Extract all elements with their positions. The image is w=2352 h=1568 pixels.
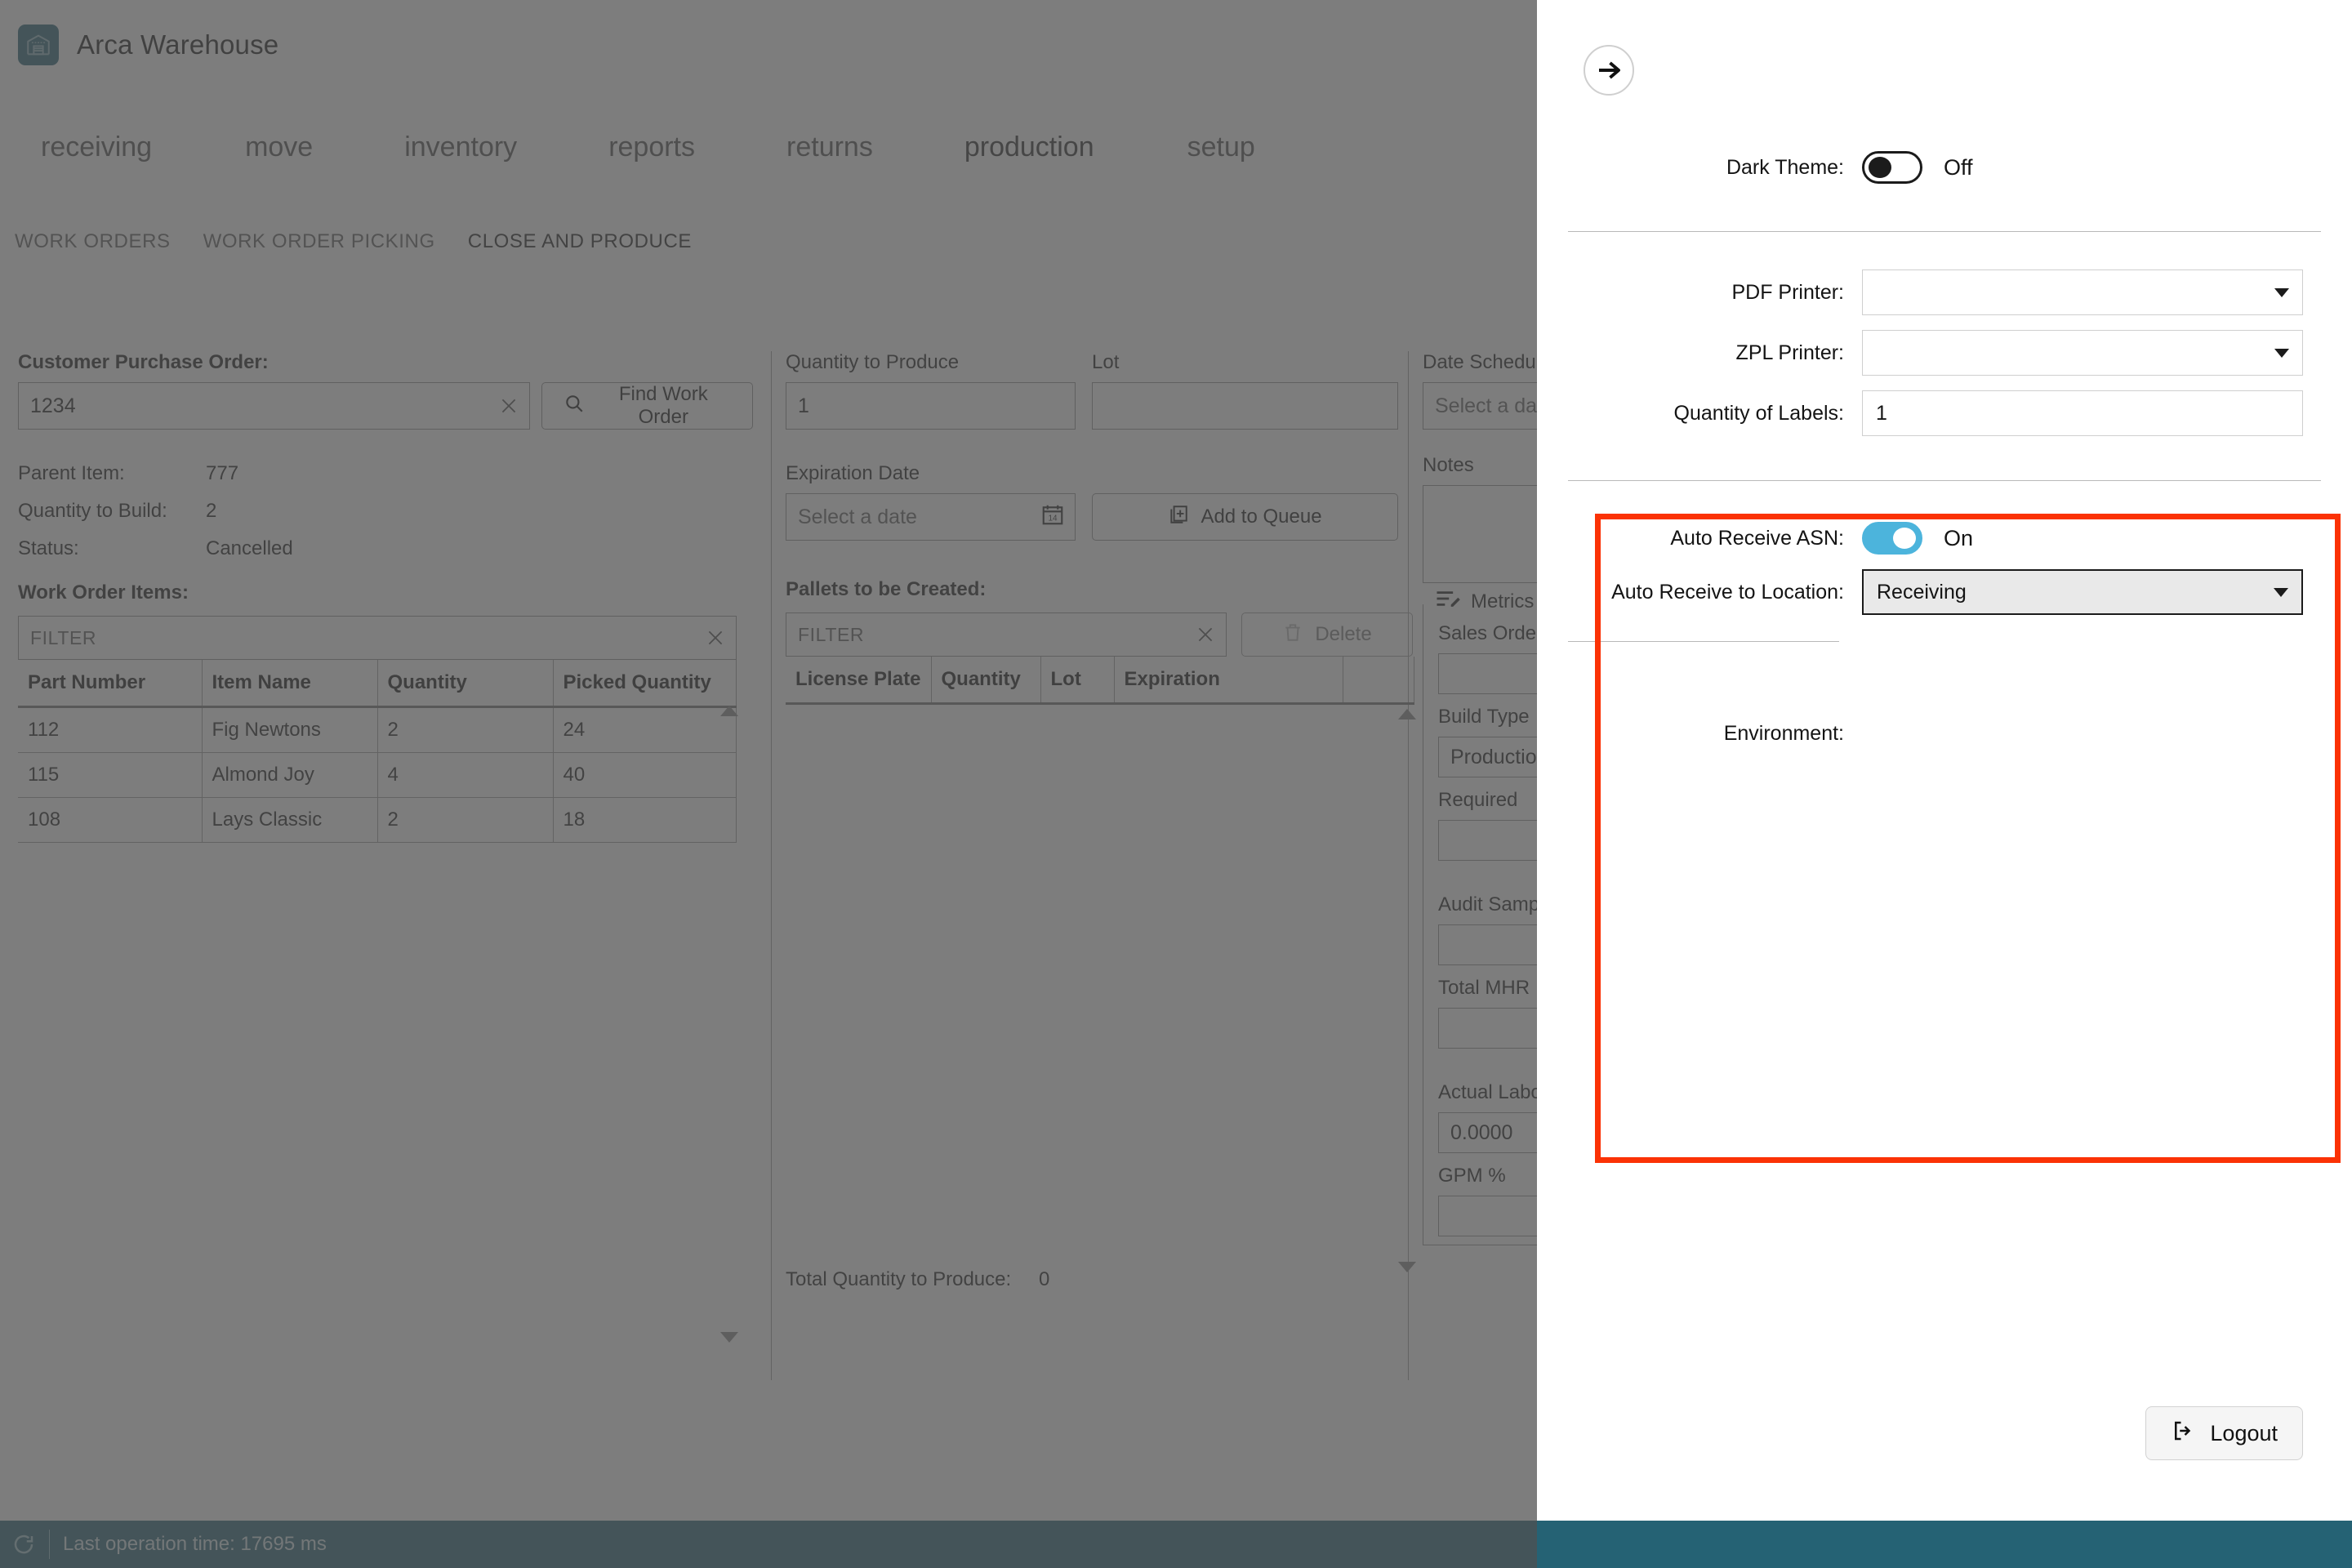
auto-receive-location-row: Auto Receive to Location: Receiving [1537, 569, 2352, 615]
auto-receive-location-label: Auto Receive to Location: [1611, 580, 1844, 604]
logout-button[interactable]: Logout [2145, 1406, 2303, 1460]
auto-receive-asn-row: Auto Receive ASN: On [1537, 522, 2352, 555]
zpl-printer-select[interactable] [1862, 330, 2303, 376]
toggle-knob [1869, 157, 1891, 178]
logout-icon [2171, 1419, 2195, 1449]
auto-receive-asn-toggle[interactable] [1862, 522, 1922, 555]
pdf-printer-select[interactable] [1862, 270, 2303, 315]
quantity-of-labels-label: Quantity of Labels: [1673, 401, 1844, 425]
quantity-of-labels-value: 1 [1876, 401, 1887, 425]
environment-row: Environment: [1537, 722, 2352, 746]
settings-drawer: Dark Theme: Off PDF Printer: ZPL Printer… [1537, 0, 2352, 1503]
zpl-printer-row: ZPL Printer: [1537, 330, 2352, 376]
drawer-divider [1568, 480, 2321, 481]
auto-receive-asn-state: On [1944, 525, 1974, 550]
dark-theme-row: Dark Theme: Off [1537, 151, 2352, 184]
toggle-knob [1893, 528, 1916, 549]
pdf-printer-row: PDF Printer: [1537, 270, 2352, 315]
drawer-divider [1568, 231, 2321, 232]
logout-label: Logout [2210, 1420, 2278, 1446]
auto-receive-asn-label: Auto Receive ASN: [1670, 526, 1844, 550]
drawer-divider [1568, 641, 1839, 642]
auto-receive-location-select[interactable]: Receiving [1862, 569, 2303, 615]
environment-label: Environment: [1723, 722, 1844, 745]
dark-theme-toggle[interactable] [1862, 151, 1922, 184]
modal-overlay[interactable] [0, 0, 1537, 1568]
chevron-down-icon [2274, 348, 2289, 358]
quantity-of-labels-input[interactable]: 1 [1862, 390, 2303, 436]
auto-receive-location-value: Receiving [1877, 580, 1967, 604]
chevron-down-icon [2274, 287, 2289, 297]
pdf-printer-label: PDF Printer: [1731, 280, 1844, 304]
zpl-printer-label: ZPL Printer: [1735, 341, 1844, 364]
chevron-down-icon [2274, 587, 2288, 597]
dark-theme-state: Off [1944, 154, 1973, 180]
dark-theme-label: Dark Theme: [1726, 155, 1844, 179]
arrow-right-circle-icon[interactable] [1584, 45, 1634, 96]
quantity-of-labels-row: Quantity of Labels: 1 [1537, 390, 2352, 436]
